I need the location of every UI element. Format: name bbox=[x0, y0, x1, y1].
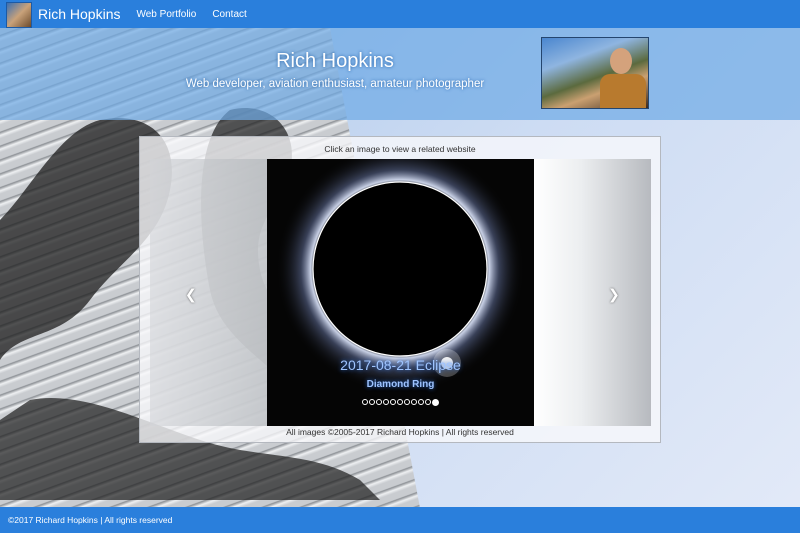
photo-person-head bbox=[610, 48, 632, 74]
footer-copyright: ©2017 Richard Hopkins | All rights reser… bbox=[8, 515, 173, 525]
carousel-indicator-6[interactable] bbox=[397, 399, 403, 405]
slide-subtitle: Diamond Ring bbox=[366, 379, 435, 390]
carousel-slide[interactable]: 2017-08-21 Eclipse Diamond Ring bbox=[267, 159, 534, 426]
nav-web-portfolio[interactable]: Web Portfolio bbox=[136, 9, 196, 20]
carousel-indicator-1[interactable] bbox=[362, 399, 368, 405]
carousel-indicators bbox=[267, 399, 534, 406]
profile-photo bbox=[541, 37, 649, 109]
photo-person-shirt bbox=[600, 74, 646, 108]
carousel-indicator-5[interactable] bbox=[390, 399, 396, 405]
carousel-indicator-10[interactable] bbox=[425, 399, 431, 405]
chevron-right-icon[interactable]: ❯ bbox=[608, 287, 620, 303]
page-title: Rich Hopkins bbox=[276, 50, 394, 72]
nav-contact[interactable]: Contact bbox=[212, 9, 246, 20]
navbar: Rich Hopkins Web Portfolio Contact bbox=[0, 0, 800, 28]
carousel-indicator-2[interactable] bbox=[369, 399, 375, 405]
carousel-indicator-4[interactable] bbox=[383, 399, 389, 405]
carousel-prev-preview[interactable] bbox=[150, 159, 267, 426]
carousel-instruction: Click an image to view a related website bbox=[324, 144, 476, 154]
carousel-indicator-8[interactable] bbox=[411, 399, 417, 405]
carousel-indicator-11[interactable] bbox=[432, 399, 439, 406]
brand-link[interactable]: Rich Hopkins bbox=[38, 6, 120, 22]
header-band: Rich Hopkins Web developer, aviation ent… bbox=[0, 28, 800, 120]
slide-title: 2017-08-21 Eclipse bbox=[340, 357, 461, 373]
carousel-indicator-7[interactable] bbox=[404, 399, 410, 405]
brand-avatar[interactable] bbox=[6, 1, 32, 28]
carousel-indicator-3[interactable] bbox=[376, 399, 382, 405]
chevron-left-icon[interactable]: ❮ bbox=[185, 287, 197, 303]
footer: ©2017 Richard Hopkins | All rights reser… bbox=[0, 507, 800, 533]
carousel-indicator-9[interactable] bbox=[418, 399, 424, 405]
carousel-next-preview[interactable] bbox=[534, 159, 651, 426]
carousel-panel: Click an image to view a related website… bbox=[139, 136, 661, 443]
carousel-copyright: All images ©2005-2017 Richard Hopkins | … bbox=[286, 427, 514, 437]
page-subtitle: Web developer, aviation enthusiast, amat… bbox=[185, 78, 485, 90]
